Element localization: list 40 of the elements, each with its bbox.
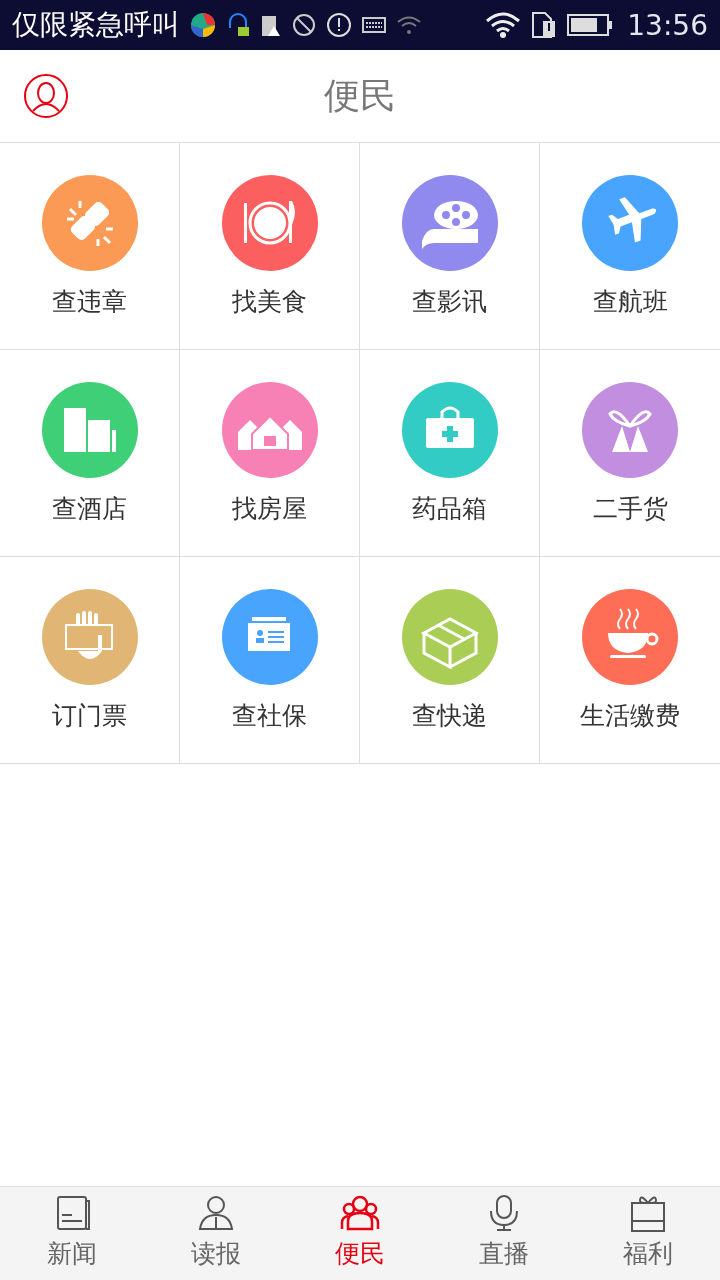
box-icon xyxy=(401,589,498,685)
service-tile[interactable]: 查违章 xyxy=(0,143,180,350)
gift-bow-icon xyxy=(582,382,678,478)
battery-icon xyxy=(567,13,614,37)
buildings-icon xyxy=(41,382,138,478)
service-tile[interactable]: 药品箱 xyxy=(360,350,540,557)
user-profile-button[interactable] xyxy=(24,74,68,118)
app-logo-icon xyxy=(190,12,216,38)
service-tile[interactable]: 查影讯 xyxy=(360,143,540,350)
service-tile[interactable]: 找美食 xyxy=(180,143,360,350)
bandage-icon xyxy=(41,175,138,271)
nav-tab[interactable]: 便民 xyxy=(288,1187,432,1280)
gift-box-icon xyxy=(628,1193,668,1233)
medical-kit-icon xyxy=(401,382,498,478)
page-title: 便民 xyxy=(324,73,396,118)
plate-cutlery-icon xyxy=(221,175,318,271)
reader-icon xyxy=(196,1193,236,1233)
hand-ticket-icon xyxy=(41,589,138,685)
nav-tab[interactable]: 新闻 xyxy=(0,1187,144,1280)
people-group-icon xyxy=(340,1193,380,1233)
sim-alert-icon xyxy=(531,11,558,39)
alert-icon xyxy=(326,12,352,38)
nav-tab[interactable]: 直播 xyxy=(432,1187,576,1280)
service-tile[interactable]: 查酒店 xyxy=(0,350,180,557)
service-tile[interactable]: 找房屋 xyxy=(180,350,360,557)
coffee-cup-icon xyxy=(582,589,678,685)
keyboard-icon xyxy=(362,16,386,34)
film-reel-icon xyxy=(401,175,498,271)
service-tile[interactable]: 订门票 xyxy=(0,557,180,764)
carrier-text: 仅限紧急呼叫 xyxy=(12,7,180,43)
clock-time: 13:56 xyxy=(627,8,708,42)
wifi-icon xyxy=(485,11,522,39)
nav-tab[interactable]: 福利 xyxy=(576,1187,720,1280)
nav-tab[interactable]: 读报 xyxy=(144,1187,288,1280)
id-card-icon xyxy=(221,589,318,685)
service-tile[interactable]: 查社保 xyxy=(180,557,360,764)
service-tile[interactable]: 查快递 xyxy=(360,557,540,764)
houses-icon xyxy=(221,382,318,478)
airplane-icon xyxy=(582,175,678,271)
wifi-unknown-icon xyxy=(396,14,422,36)
